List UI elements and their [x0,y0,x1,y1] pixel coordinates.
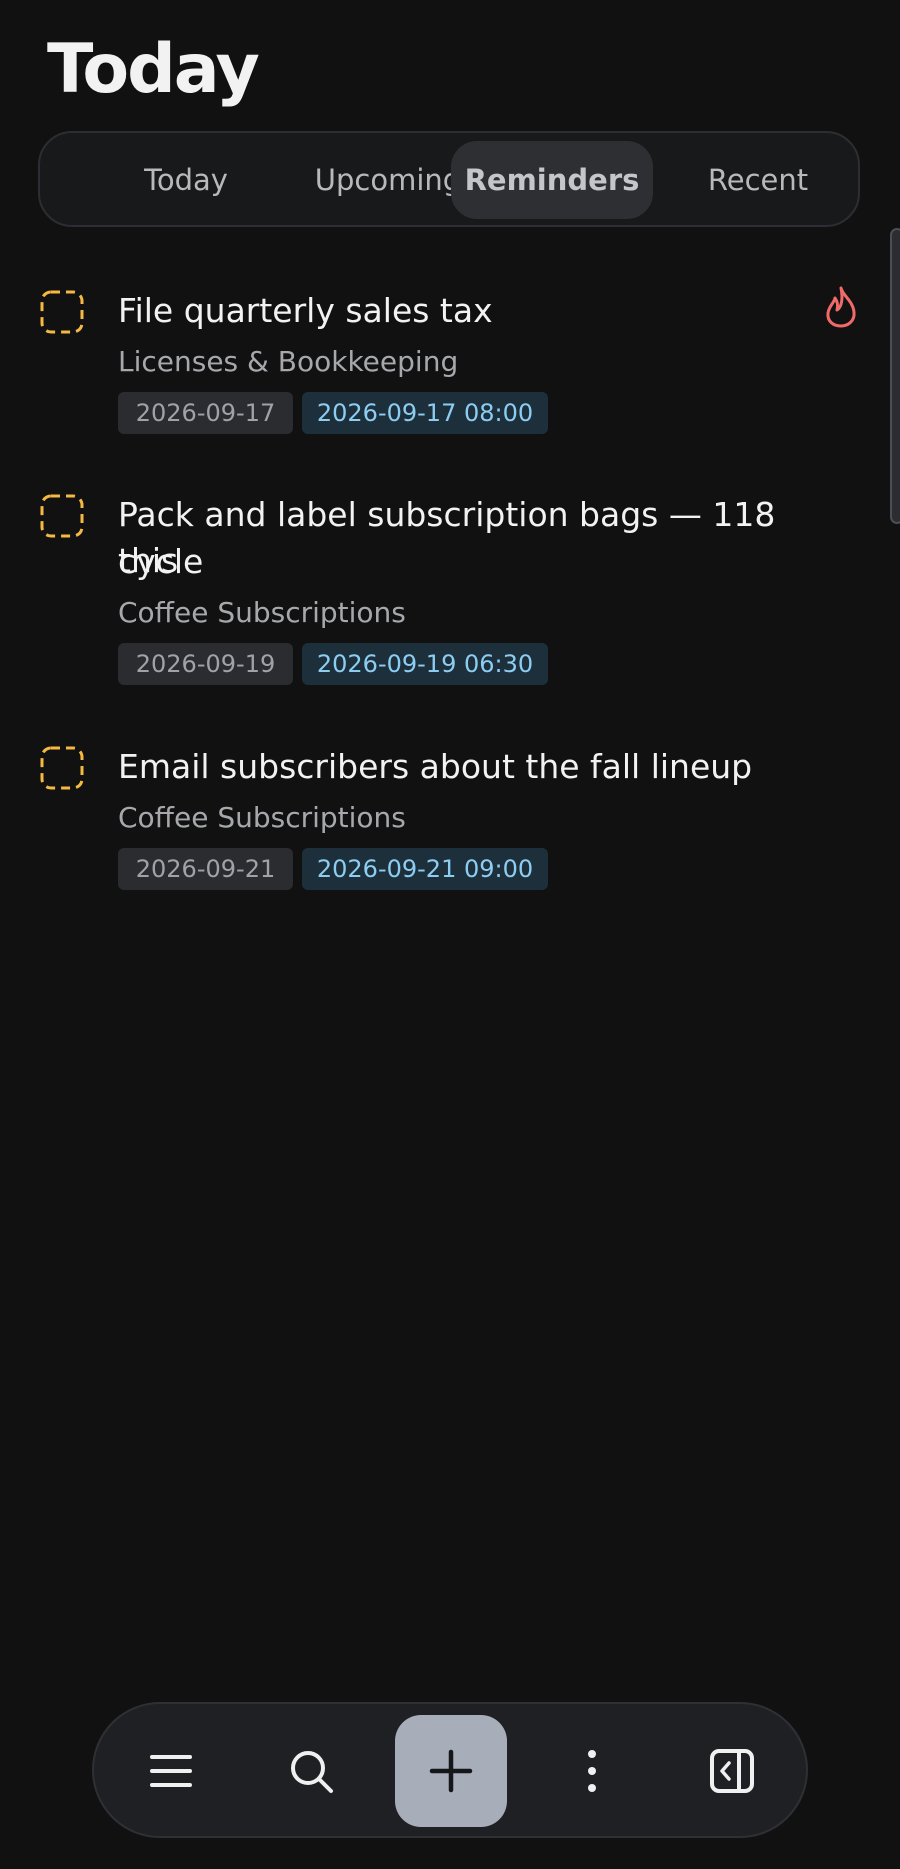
task-project: Licenses & Bookkeeping [118,345,459,378]
due-date-chip: 2026-09-19 [118,643,293,685]
checkbox-icon[interactable] [40,290,84,334]
task-title: File quarterly sales tax [118,291,493,330]
task-project: Coffee Subscriptions [118,801,406,834]
collapse-panel-button[interactable] [682,1721,782,1821]
due-date-chip: 2026-09-17 [118,392,293,434]
reminder-chip: 2026-09-17 08:00 [302,392,548,434]
task-title: Email subscribers about the fall lineup [118,747,753,786]
tab-recent[interactable]: Recent [670,141,846,219]
menu-button[interactable] [121,1721,221,1821]
menu-icon [150,1755,192,1787]
task-project: Coffee Subscriptions [118,596,406,629]
checkbox-icon[interactable] [40,494,84,538]
more-vertical-icon [588,1750,596,1792]
search-icon [291,1751,333,1793]
search-button[interactable] [261,1721,361,1821]
task-title-continued: cycle [118,542,204,581]
tab-reminders[interactable]: Reminders [451,141,653,219]
scrollbar-thumb[interactable] [890,228,900,524]
flame-icon [826,286,856,328]
reminder-chip: 2026-09-19 06:30 [302,643,548,685]
page-title: Today [47,30,260,109]
due-date-chip: 2026-09-21 [118,848,293,890]
reminder-chip: 2026-09-21 09:00 [302,848,548,890]
plus-icon [429,1749,473,1793]
bottom-toolbar [92,1702,808,1838]
collapse-panel-icon [710,1749,754,1793]
checkbox-icon[interactable] [40,746,84,790]
add-task-button[interactable] [395,1715,507,1827]
view-tabs: Today Upcoming Reminders Recent [38,131,860,227]
more-options-button[interactable] [542,1721,642,1821]
